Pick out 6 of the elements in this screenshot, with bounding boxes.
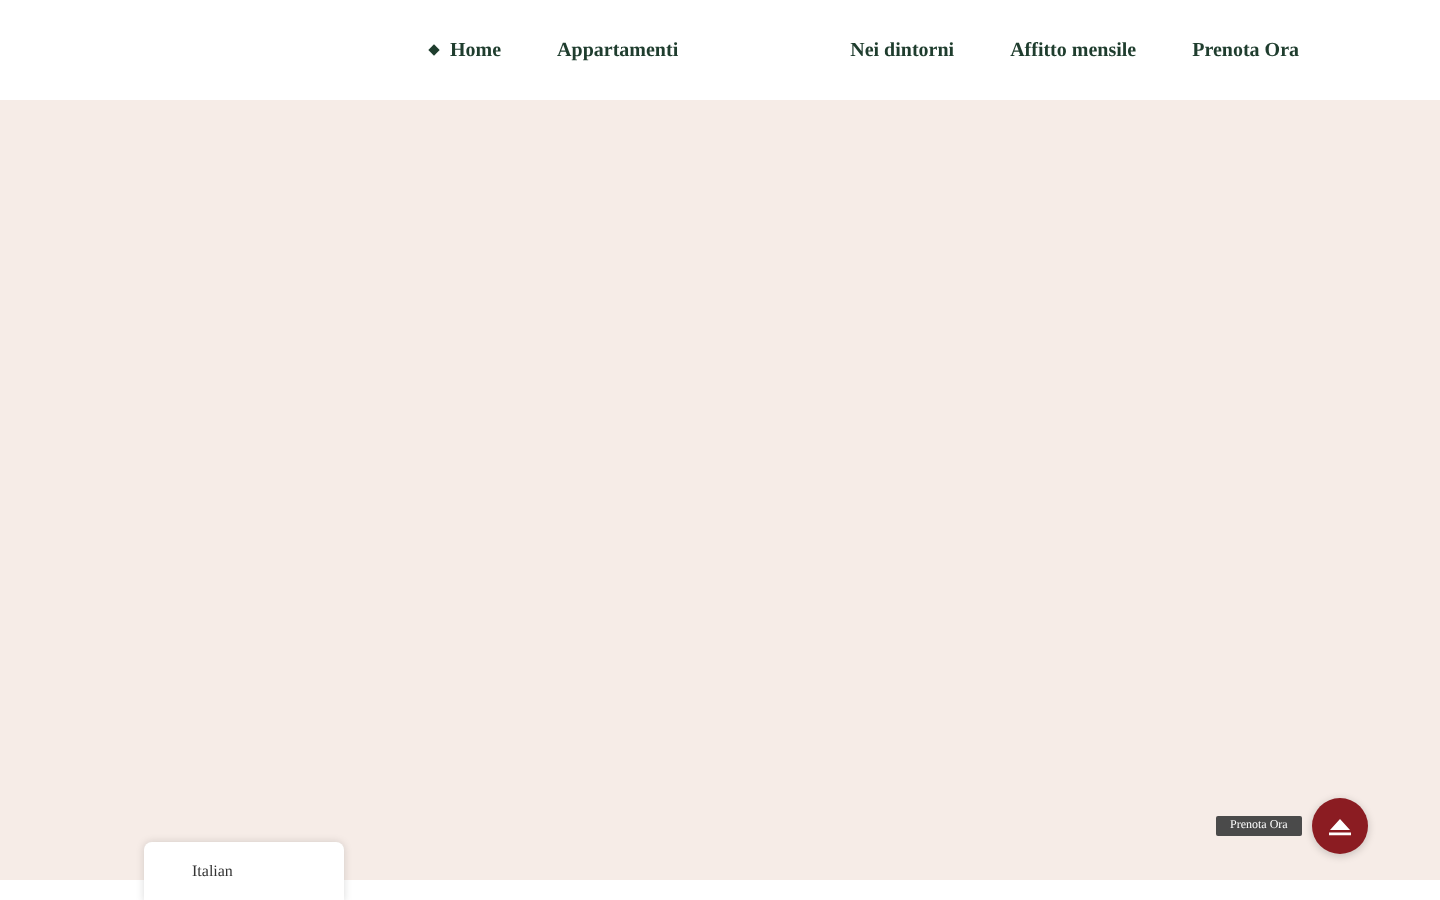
- nav-link[interactable]: Prenota Ora: [1192, 39, 1300, 61]
- nav-link[interactable]: Home: [428, 39, 502, 61]
- language-switcher[interactable]: Italian: [144, 842, 344, 900]
- nav-link[interactable]: Nei dintorni: [850, 39, 955, 61]
- nav-link[interactable]: Appartamenti: [557, 39, 679, 61]
- nav-link[interactable]: Affitto mensile: [1010, 39, 1137, 61]
